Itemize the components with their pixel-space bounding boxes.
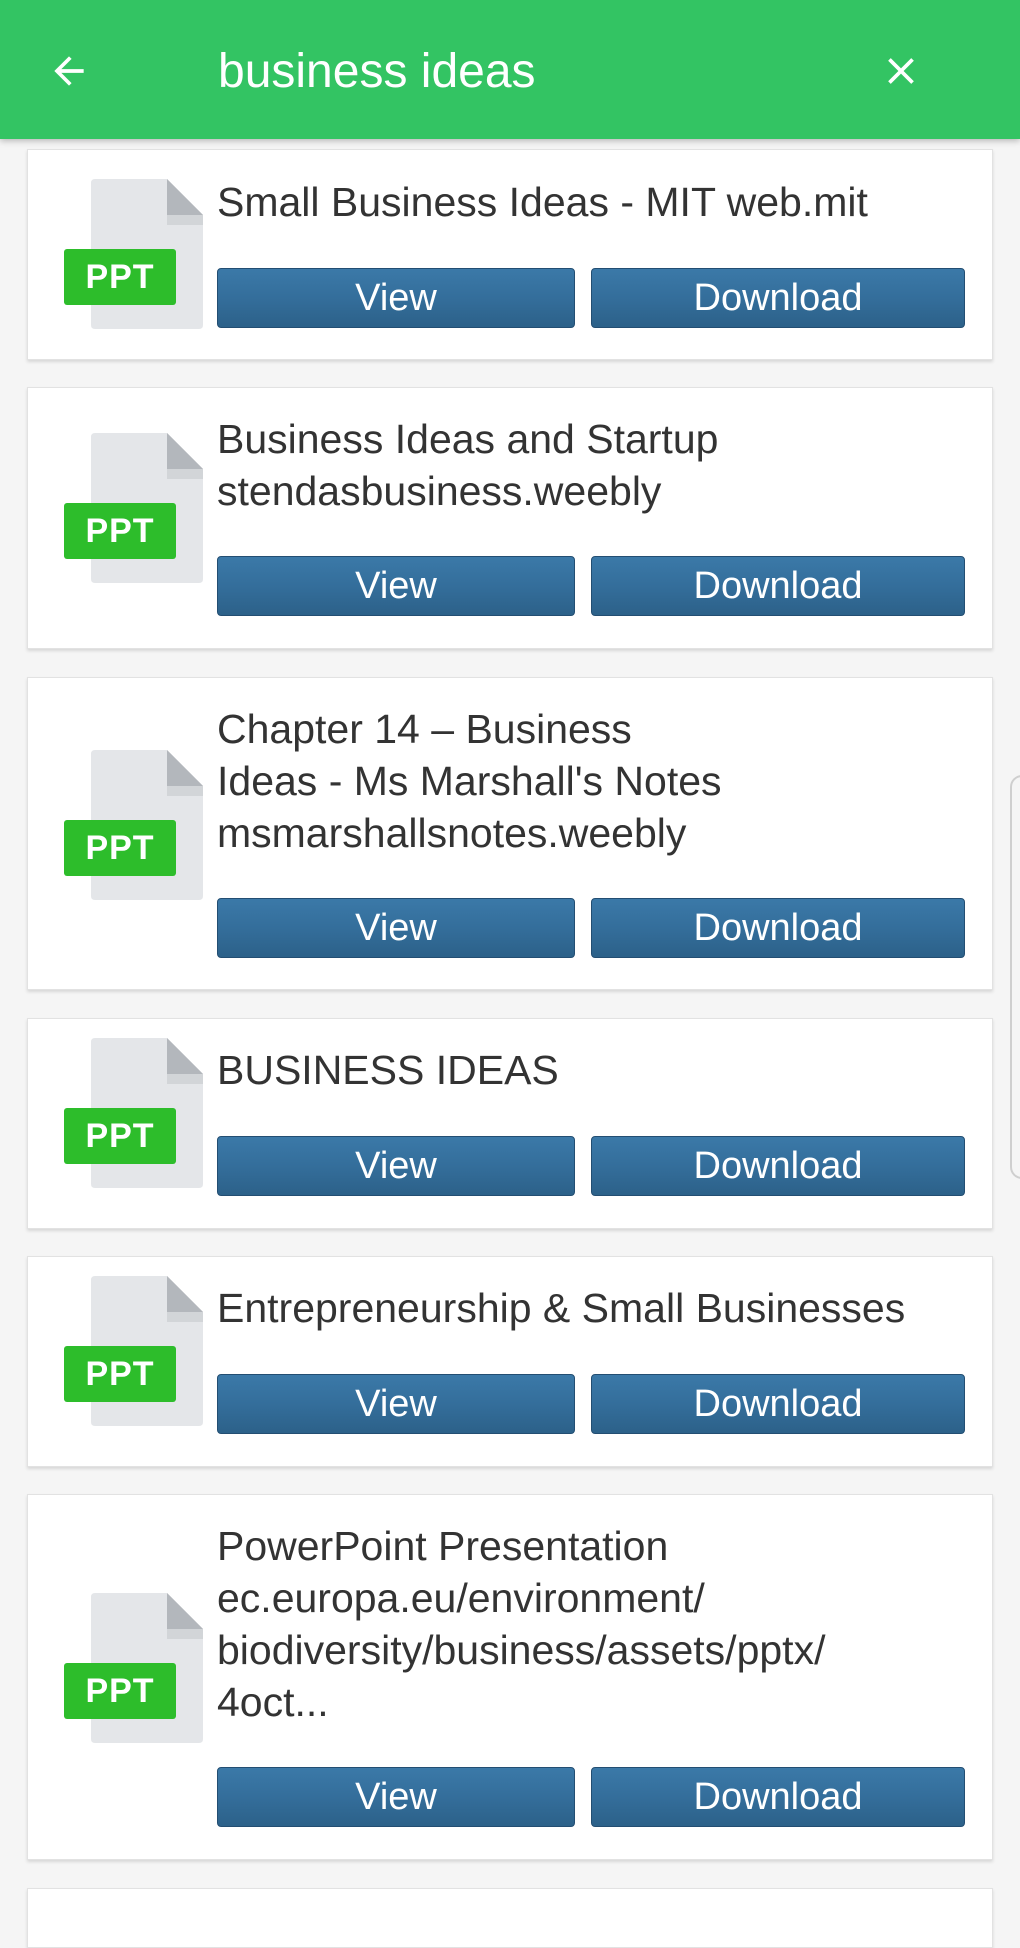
result-title[interactable]: Small Business Ideas - MIT web.mit: [217, 176, 977, 228]
result-title[interactable]: Chapter 14 – Business Ideas - Ms Marshal…: [217, 703, 977, 859]
ppt-file-icon: PPT: [46, 433, 203, 583]
download-button[interactable]: Download: [591, 556, 965, 616]
ppt-file-icon: PPT: [46, 1593, 203, 1743]
download-button[interactable]: Download: [591, 1374, 965, 1434]
download-button[interactable]: Download: [591, 1767, 965, 1827]
view-button[interactable]: View: [217, 556, 575, 616]
view-button[interactable]: View: [217, 1136, 575, 1196]
ppt-file-icon: PPT: [46, 1276, 203, 1426]
ppt-badge: PPT: [64, 1663, 176, 1719]
result-title[interactable]: PowerPoint Presentation ec.europa.eu/env…: [217, 1520, 977, 1728]
ppt-file-icon: PPT: [46, 750, 203, 900]
clear-search-button[interactable]: [870, 40, 932, 102]
download-button[interactable]: Download: [591, 898, 965, 958]
arrow-back-icon: [54, 56, 84, 86]
result-title[interactable]: Business Ideas and Startup stendasbusine…: [217, 413, 977, 517]
download-button[interactable]: Download: [591, 1136, 965, 1196]
download-button[interactable]: Download: [591, 268, 965, 328]
search-toolbar: [0, 0, 1020, 139]
back-button[interactable]: [38, 40, 100, 102]
ppt-badge: PPT: [64, 1346, 176, 1402]
close-icon: [888, 58, 914, 84]
ppt-badge: PPT: [64, 820, 176, 876]
view-button[interactable]: View: [217, 898, 575, 958]
ppt-badge: PPT: [64, 1108, 176, 1164]
result-title[interactable]: Entrepreneurship & Small Businesses: [217, 1282, 977, 1334]
ppt-file-icon: PPT: [46, 1038, 203, 1188]
result-card: PPT BUSINESS IDEAS View Download: [27, 1018, 993, 1229]
result-card: PPT PowerPoint Presentation ec.europa.eu…: [27, 1494, 993, 1860]
result-title[interactable]: BUSINESS IDEAS: [217, 1044, 977, 1096]
ppt-badge: PPT: [64, 249, 176, 305]
result-card: PPT Small Business Ideas - MIT web.mit V…: [27, 149, 993, 360]
view-button[interactable]: View: [217, 268, 575, 328]
view-button[interactable]: View: [217, 1767, 575, 1827]
result-card-partial: [27, 1888, 993, 1948]
ppt-file-icon: PPT: [46, 179, 203, 329]
result-card: PPT Business Ideas and Startup stendasbu…: [27, 387, 993, 649]
result-card: PPT Entrepreneurship & Small Businesses …: [27, 1256, 993, 1467]
view-button[interactable]: View: [217, 1374, 575, 1434]
ppt-badge: PPT: [64, 503, 176, 559]
result-card: PPT Chapter 14 – Business Ideas - Ms Mar…: [27, 677, 993, 990]
search-input[interactable]: [218, 42, 838, 102]
scroll-indicator[interactable]: [1010, 775, 1020, 1179]
